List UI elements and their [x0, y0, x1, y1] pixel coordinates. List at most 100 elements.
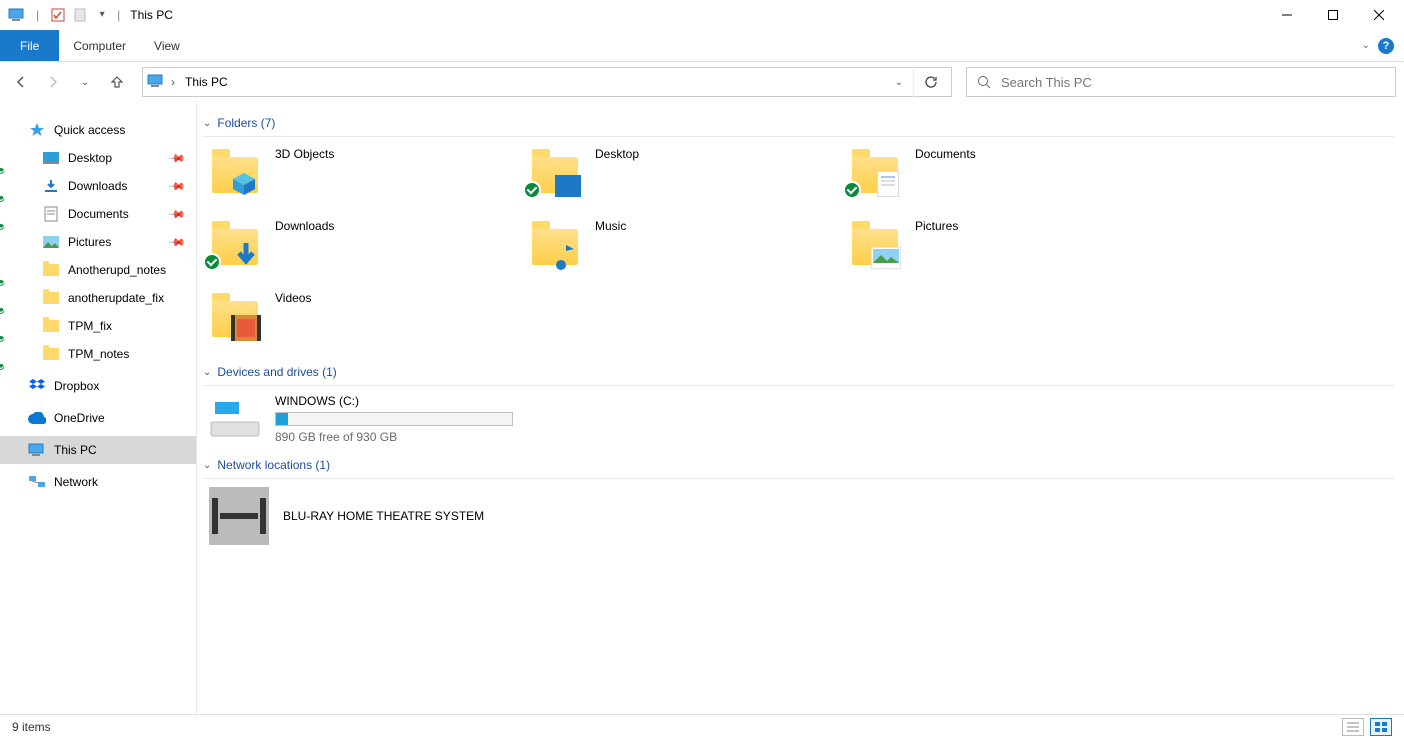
item-label: Desktop — [595, 145, 639, 161]
sync-badge-icon — [843, 181, 861, 199]
search-box[interactable] — [966, 67, 1396, 97]
nav-dropbox[interactable]: Dropbox — [0, 372, 196, 400]
group-header-network[interactable]: ⌄Network locations (1) — [203, 454, 1394, 479]
drive-free-text: 890 GB free of 930 GB — [275, 430, 513, 444]
maximize-button[interactable] — [1310, 0, 1356, 30]
status-bar: 9 items — [0, 714, 1404, 738]
nav-folder[interactable]: TPM_notes — [0, 340, 196, 368]
nav-label: This PC — [54, 443, 97, 457]
nav-label: Desktop — [68, 151, 112, 165]
drive-name: WINDOWS (C:) — [275, 394, 513, 408]
this-pc-icon — [147, 74, 165, 91]
minimize-button[interactable] — [1264, 0, 1310, 30]
nav-onedrive[interactable]: OneDrive — [0, 404, 196, 432]
item-label: Music — [595, 217, 626, 233]
details-view-button[interactable] — [1342, 718, 1364, 736]
nav-folder[interactable]: anotherupdate_fix — [0, 284, 196, 312]
nav-this-pc[interactable]: This PC — [0, 436, 196, 464]
drive-c[interactable]: WINDOWS (C:) 890 GB free of 930 GB — [203, 394, 523, 454]
nav-quick-access[interactable]: Quick access — [0, 116, 196, 144]
chevron-right-icon[interactable]: › — [171, 75, 175, 89]
tab-view[interactable]: View — [140, 30, 194, 61]
sync-badge-icon — [203, 253, 221, 271]
item-label: Pictures — [915, 217, 958, 233]
nav-label: Documents — [68, 207, 129, 221]
search-input[interactable] — [1001, 75, 1385, 90]
nav-folder[interactable]: TPM_fix — [0, 312, 196, 340]
file-tab[interactable]: File — [0, 30, 59, 61]
drive-usage-bar — [275, 412, 513, 426]
quick-access-toolbar: | ▾ — [2, 6, 111, 24]
folder-desktop[interactable]: Desktop — [523, 145, 843, 217]
close-button[interactable] — [1356, 0, 1402, 30]
help-icon[interactable]: ? — [1378, 38, 1394, 54]
nav-label: anotherupdate_fix — [68, 291, 164, 305]
network-icon — [28, 473, 46, 491]
new-folder-icon[interactable] — [71, 6, 89, 24]
folder-icon — [209, 289, 261, 341]
nav-label: TPM_fix — [68, 319, 112, 333]
network-device[interactable]: BLU-RAY HOME THEATRE SYSTEM — [203, 487, 1394, 545]
search-icon — [977, 75, 991, 89]
this-pc-icon — [8, 6, 26, 24]
forward-button[interactable] — [40, 68, 66, 96]
large-icons-view-button[interactable] — [1370, 718, 1392, 736]
group-header-drives[interactable]: ⌄Devices and drives (1) — [203, 361, 1394, 386]
nav-pictures[interactable]: Pictures 📌 — [0, 228, 196, 256]
chevron-down-icon: ⌄ — [203, 460, 211, 471]
nav-label: Anotherupd_notes — [68, 263, 166, 277]
tab-computer[interactable]: Computer — [59, 30, 140, 61]
onedrive-icon — [28, 409, 46, 427]
properties-icon[interactable] — [49, 6, 67, 24]
nav-network[interactable]: Network — [0, 468, 196, 496]
nav-label: Downloads — [68, 179, 127, 193]
pin-icon: 📌 — [168, 149, 187, 168]
item-label: Downloads — [275, 217, 334, 233]
ribbon-tabs: File Computer View ⌄ ? — [0, 30, 1404, 62]
navigation-pane: Quick access Desktop 📌 Downloads 📌 Documen… — [0, 102, 197, 714]
chevron-down-icon: ⌄ — [203, 118, 211, 129]
folder-music[interactable]: Music — [523, 217, 843, 289]
folder-documents[interactable]: Documents — [843, 145, 1163, 217]
nav-desktop[interactable]: Desktop 📌 — [0, 144, 196, 172]
address-dropdown-icon[interactable]: ⌄ — [895, 77, 907, 88]
folder-icon — [529, 217, 581, 269]
window-title: This PC — [126, 8, 173, 22]
desktop-icon — [42, 149, 60, 167]
folder-videos[interactable]: Videos — [203, 289, 523, 361]
item-label: 3D Objects — [275, 145, 334, 161]
folder-3d-objects[interactable]: 3D Objects — [203, 145, 523, 217]
pictures-icon — [42, 233, 60, 251]
recent-locations-button[interactable]: ⌄ — [72, 68, 98, 96]
folder-icon — [42, 345, 60, 363]
nav-documents[interactable]: Documents📌 — [0, 200, 196, 228]
separator: | — [111, 8, 126, 22]
up-button[interactable] — [104, 68, 130, 96]
pin-icon: 📌 — [168, 177, 187, 196]
nav-label: OneDrive — [54, 411, 105, 425]
window-controls — [1264, 0, 1402, 30]
device-icon — [209, 487, 269, 545]
dropbox-icon — [28, 377, 46, 395]
customize-qat-icon[interactable]: ▾ — [93, 6, 111, 24]
nav-folder[interactable]: Anotherupd_notes — [0, 256, 196, 284]
refresh-button[interactable] — [913, 67, 947, 97]
nav-label: TPM_notes — [68, 347, 129, 361]
item-label: Videos — [275, 289, 311, 305]
pin-icon: 📌 — [168, 233, 187, 252]
folder-icon — [209, 217, 261, 269]
nav-label: Pictures — [68, 235, 111, 249]
nav-label: Quick access — [54, 123, 125, 137]
breadcrumb[interactable]: This PC — [181, 73, 232, 91]
sync-badge-icon — [523, 181, 541, 199]
ribbon-expand-icon[interactable]: ⌄ — [1362, 40, 1370, 51]
content-pane: ⌄Folders (7) 3D Objects Desktop Document… — [197, 102, 1404, 714]
address-bar[interactable]: › This PC ⌄ — [142, 67, 952, 97]
group-header-folders[interactable]: ⌄Folders (7) — [203, 112, 1394, 137]
back-button[interactable] — [8, 68, 34, 96]
nav-downloads[interactable]: Downloads 📌 — [0, 172, 196, 200]
status-item-count: 9 items — [12, 720, 51, 734]
folder-pictures[interactable]: Pictures — [843, 217, 1163, 289]
folder-downloads[interactable]: Downloads — [203, 217, 523, 289]
folder-icon — [209, 145, 261, 197]
